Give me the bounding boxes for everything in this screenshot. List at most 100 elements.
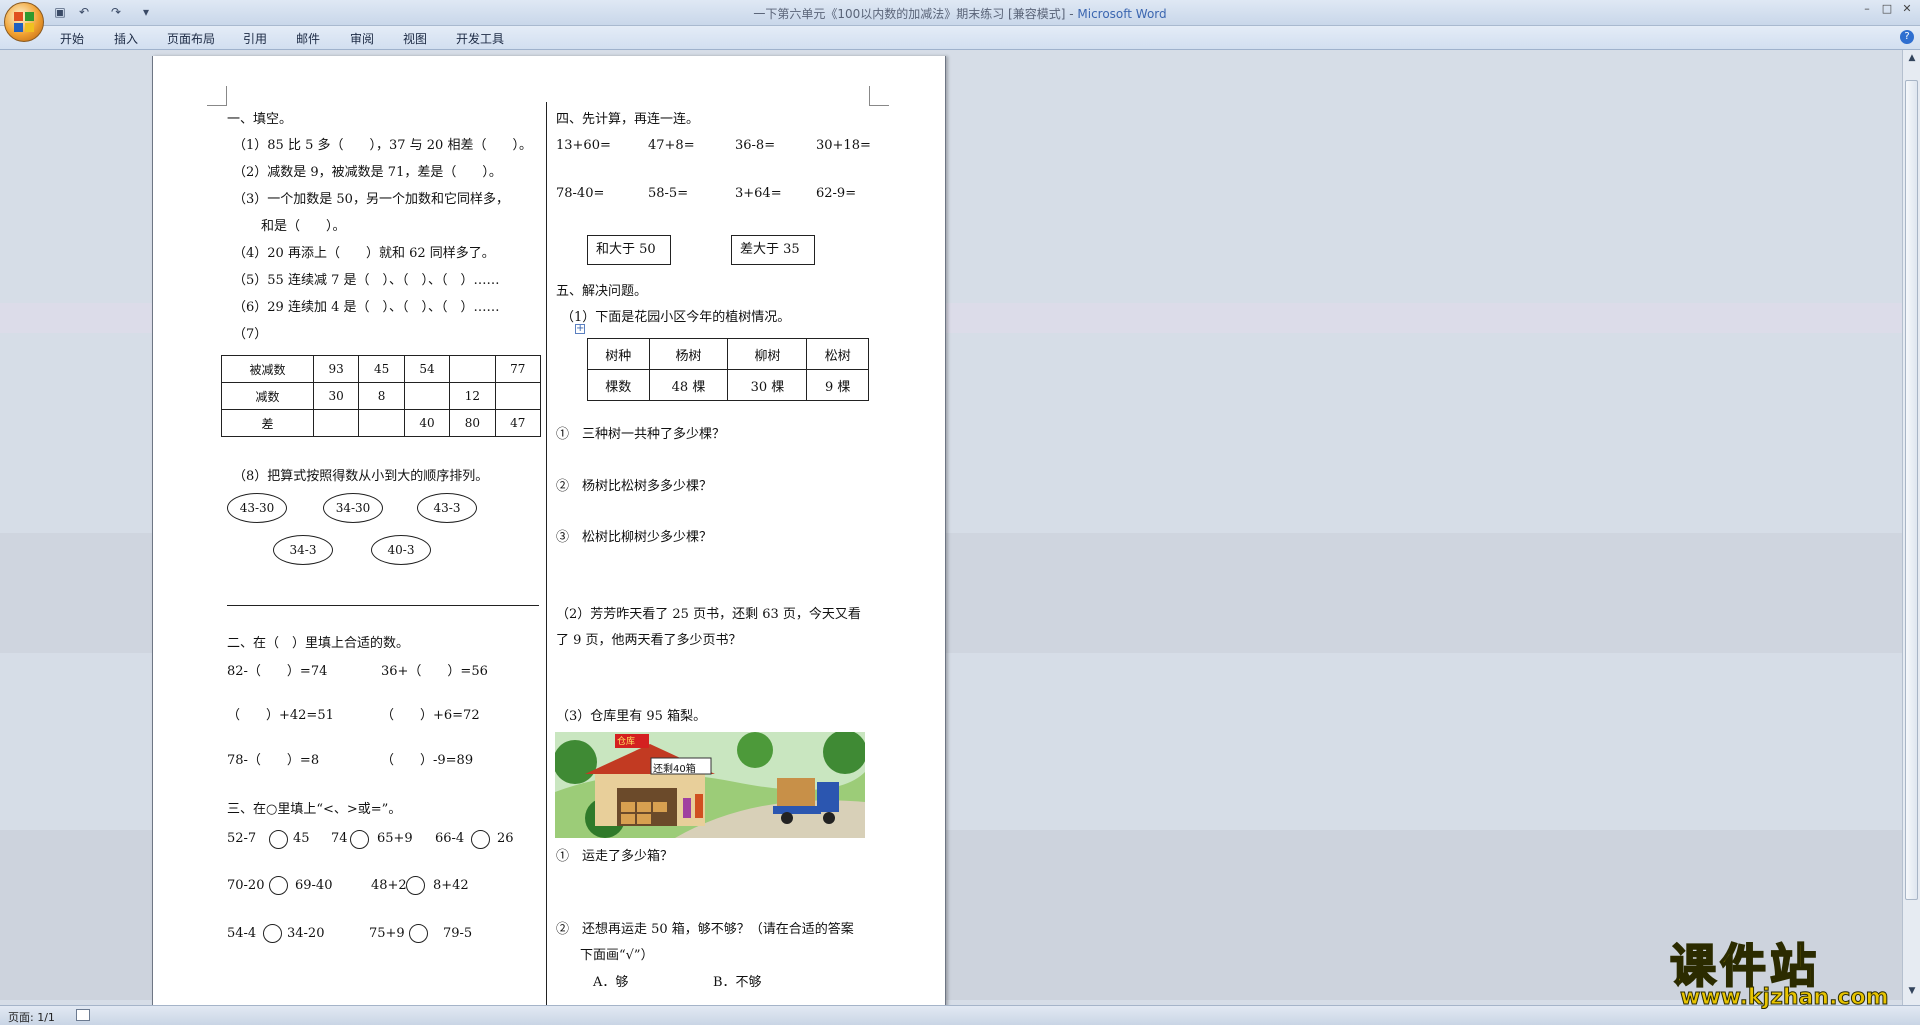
margin-corner-mark <box>207 86 227 106</box>
maximize-button[interactable]: □ <box>1878 2 1896 16</box>
question-text: ② 还想再运走 50 箱，够不够？（请在合适的答案 <box>556 922 854 937</box>
tab-developer[interactable]: 开发工具 <box>456 30 504 47</box>
comparison-right: 79-5 <box>443 926 473 941</box>
watermark-url: www.kjzhan.com <box>1680 985 1890 1011</box>
comparison-right: 45 <box>293 831 310 846</box>
subtraction-table: 被减数 93 45 54 77 减数 30 8 12 差 40 80 47 <box>221 355 542 437</box>
column-separator <box>546 102 547 1008</box>
equation-text: 78-（ ）=8 <box>227 753 320 768</box>
comparison-right: 26 <box>497 831 514 846</box>
table-row: 差 40 80 47 <box>221 409 542 437</box>
table-move-handle-icon[interactable]: + <box>575 324 585 334</box>
table-cell: 9 棵 <box>806 369 869 401</box>
question-text: （3）仓库里有 95 箱梨。 <box>556 709 707 724</box>
comparison-circle[interactable] <box>269 830 288 849</box>
tab-mailings[interactable]: 邮件 <box>296 30 320 47</box>
close-button[interactable]: ✕ <box>1898 2 1916 16</box>
question-text: ③ 松树比柳树少多少棵？ <box>556 530 713 545</box>
question-text: （5）55 连续减 7 是（ ）、（ ）、（ ）…… <box>233 273 500 288</box>
calc-expression: 58-5= <box>648 186 689 201</box>
table-cell: 8 <box>358 382 405 410</box>
comparison-right: 8+42 <box>433 878 469 893</box>
comparison-left: 52-7 <box>227 831 257 846</box>
question-text: （1）85 比 5 多（ ），37 与 20 相差（ ）。 <box>233 138 532 153</box>
macro-record-icon[interactable] <box>76 1009 90 1021</box>
expression-oval: 40-3 <box>371 535 431 565</box>
status-bar: 页面: 1/1 <box>0 1005 1920 1025</box>
tab-view[interactable]: 视图 <box>403 30 427 47</box>
table-cell: 93 <box>312 355 360 383</box>
question-text: （3）一个加数是 50，另一个加数和它同样多， <box>233 192 509 207</box>
vertical-scrollbar[interactable]: ▲ ▼ <box>1902 50 1920 1005</box>
table-cell <box>312 409 360 437</box>
answer-box: 差大于 35 <box>731 235 815 265</box>
section-heading: 四、先计算，再连一连。 <box>556 112 700 127</box>
equation-text: （ ）-9=89 <box>381 753 474 768</box>
document-page[interactable]: 一、填空。 （1）85 比 5 多（ ），37 与 20 相差（ ）。 （2）减… <box>152 56 946 1008</box>
tab-review[interactable]: 审阅 <box>350 30 374 47</box>
tab-page-layout[interactable]: 页面布局 <box>167 30 215 47</box>
office-button[interactable] <box>4 2 44 42</box>
comparison-circle[interactable] <box>263 924 282 943</box>
section-heading: 二、在（ ）里填上合适的数。 <box>227 636 410 651</box>
table-row: 树种 杨树 柳树 松树 <box>587 338 869 370</box>
question-text: 了 9 页，他两天看了多少页书？ <box>556 633 742 648</box>
tab-home[interactable]: 开始 <box>60 30 84 47</box>
equation-text: （ ）+42=51 <box>227 708 334 723</box>
expression-oval: 34-30 <box>323 493 383 523</box>
section-heading: 三、在○里填上“<、>或=”。 <box>227 802 402 817</box>
comparison-circle[interactable] <box>471 830 490 849</box>
office-logo-icon <box>14 12 34 32</box>
question-text: 下面画“√”） <box>580 948 654 963</box>
question-text: ① 三种树一共种了多少棵？ <box>556 427 726 442</box>
question-text: （2）芳芳昨天看了 25 页书，还剩 63 页，今天又看 <box>556 607 861 622</box>
table-cell: 棵数 <box>587 369 650 401</box>
table-cell <box>494 382 542 410</box>
table-cell: 54 <box>403 355 451 383</box>
equation-text: 36+（ ）=56 <box>381 664 488 679</box>
calc-expression: 78-40= <box>556 186 605 201</box>
table-cell <box>358 409 405 437</box>
comparison-left: 48+2 <box>371 878 407 893</box>
page-indicator[interactable]: 页面: 1/1 <box>8 1009 55 1025</box>
comparison-circle[interactable] <box>409 924 428 943</box>
answer-box: 和大于 50 <box>587 235 671 265</box>
tab-references[interactable]: 引用 <box>243 30 267 47</box>
scroll-down-icon[interactable]: ▼ <box>1906 985 1918 997</box>
table-cell <box>449 355 496 383</box>
table-header-cell: 柳树 <box>727 338 808 370</box>
ribbon-tabs: 开始 插入 页面布局 引用 邮件 审阅 视图 开发工具 ? <box>0 26 1920 50</box>
expression-oval: 43-3 <box>417 493 477 523</box>
question-text: （8）把算式按照得数从小到大的顺序排列。 <box>233 469 489 484</box>
option-b: B．不够 <box>713 975 762 990</box>
warehouse-illustration: 仓库 还剩40箱 <box>555 732 865 838</box>
calc-expression: 13+60= <box>556 138 611 153</box>
table-cell: 48 棵 <box>648 369 729 401</box>
table-cell: 40 <box>403 409 451 437</box>
table-cell <box>403 382 451 410</box>
table-row-label: 减数 <box>221 382 314 410</box>
expression-oval: 34-3 <box>273 535 333 565</box>
calc-expression: 36-8= <box>735 138 776 153</box>
margin-corner-mark <box>869 86 889 106</box>
table-cell: 77 <box>494 355 542 383</box>
table-row: 被减数 93 45 54 77 <box>221 355 542 383</box>
comparison-circle[interactable] <box>350 830 369 849</box>
comparison-circle[interactable] <box>269 876 288 895</box>
comparison-left: 66-4 <box>435 831 465 846</box>
scrollbar-thumb[interactable] <box>1905 80 1918 900</box>
calc-expression: 62-9= <box>816 186 857 201</box>
help-icon[interactable]: ? <box>1900 30 1914 44</box>
table-row: 减数 30 8 12 <box>221 382 542 410</box>
comparison-left: 74 <box>331 831 348 846</box>
scroll-up-icon[interactable]: ▲ <box>1906 52 1918 64</box>
calc-expression: 3+64= <box>735 186 782 201</box>
tab-insert[interactable]: 插入 <box>114 30 138 47</box>
minimize-button[interactable]: – <box>1858 2 1876 16</box>
question-text: （7） <box>233 327 268 342</box>
calc-expression: 47+8= <box>648 138 695 153</box>
table-header-cell: 树种 <box>587 338 650 370</box>
document-title: 一下第六单元《100以内数的加减法》期末练习 [兼容模式] - <box>753 7 1078 21</box>
comparison-circle[interactable] <box>406 876 425 895</box>
warehouse-sign: 还剩40箱 <box>653 764 696 775</box>
